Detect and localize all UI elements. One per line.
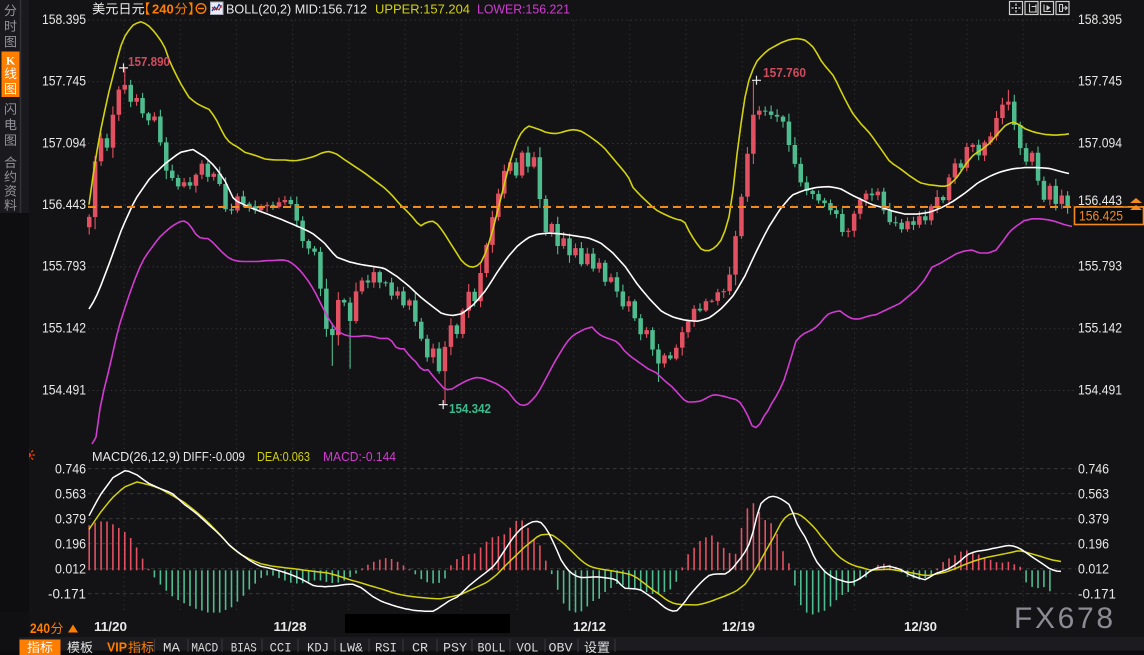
svg-text:BIAS: BIAS bbox=[231, 642, 257, 655]
svg-text:240: 240 bbox=[152, 2, 174, 17]
svg-text:157.094: 157.094 bbox=[42, 134, 86, 150]
svg-text:12/12: 12/12 bbox=[573, 620, 606, 634]
svg-text:12/30: 12/30 bbox=[904, 620, 937, 634]
svg-text:MA: MA bbox=[163, 642, 181, 655]
svg-text:157.094: 157.094 bbox=[1078, 134, 1122, 150]
svg-text:K: K bbox=[6, 54, 16, 68]
svg-text:155.793: 155.793 bbox=[42, 258, 86, 274]
svg-text:LW&: LW& bbox=[339, 642, 364, 655]
svg-text:MACD: MACD bbox=[191, 642, 218, 655]
svg-text:154.491: 154.491 bbox=[1078, 381, 1122, 397]
svg-text:CCI: CCI bbox=[270, 642, 292, 655]
svg-text:DIFF:-0.009: DIFF:-0.009 bbox=[183, 449, 245, 464]
svg-text:MACD:-0.144: MACD:-0.144 bbox=[323, 449, 396, 464]
svg-text:0.746: 0.746 bbox=[1078, 461, 1109, 477]
svg-text:12/19: 12/19 bbox=[722, 620, 755, 634]
svg-text:CR: CR bbox=[412, 642, 429, 655]
svg-text:0.379: 0.379 bbox=[55, 511, 86, 527]
svg-text:157.745: 157.745 bbox=[1078, 73, 1122, 89]
svg-text:BOLL(20,2) MID:156.712: BOLL(20,2) MID:156.712 bbox=[226, 2, 367, 17]
svg-text:LOWER:156.221: LOWER:156.221 bbox=[477, 2, 570, 17]
svg-text:-0.171: -0.171 bbox=[48, 586, 86, 602]
svg-text:156.425: 156.425 bbox=[1079, 209, 1123, 224]
svg-text:VIP: VIP bbox=[107, 641, 127, 655]
svg-text:RSI: RSI bbox=[375, 642, 397, 655]
svg-text:0.196: 0.196 bbox=[55, 536, 86, 552]
svg-text:0.563: 0.563 bbox=[55, 486, 86, 502]
svg-text:0.563: 0.563 bbox=[1078, 486, 1109, 502]
svg-text:FX678: FX678 bbox=[1014, 602, 1113, 635]
svg-text:UPPER:157.204: UPPER:157.204 bbox=[375, 2, 470, 17]
svg-text:0.012: 0.012 bbox=[1078, 561, 1109, 577]
svg-text:-0.171: -0.171 bbox=[1078, 586, 1116, 602]
svg-text:11/28: 11/28 bbox=[274, 620, 307, 634]
svg-text:VOL: VOL bbox=[517, 642, 539, 655]
svg-text:154.342: 154.342 bbox=[449, 401, 491, 416]
svg-text:155.793: 155.793 bbox=[1078, 258, 1122, 274]
svg-text:155.142: 155.142 bbox=[42, 320, 86, 336]
svg-text:158.395: 158.395 bbox=[1078, 11, 1122, 27]
svg-text:MACD(26,12,9): MACD(26,12,9) bbox=[92, 449, 180, 464]
svg-text:154.491: 154.491 bbox=[42, 381, 86, 397]
svg-text:156.443: 156.443 bbox=[42, 196, 86, 212]
svg-text:KDJ: KDJ bbox=[307, 642, 329, 655]
svg-text:155.142: 155.142 bbox=[1078, 320, 1122, 336]
svg-text:DEA:0.063: DEA:0.063 bbox=[257, 449, 310, 464]
svg-text:240: 240 bbox=[30, 621, 50, 636]
svg-text:0.196: 0.196 bbox=[1078, 536, 1109, 552]
svg-text:157.890: 157.890 bbox=[128, 54, 170, 69]
svg-text:OBV: OBV bbox=[549, 642, 574, 655]
svg-text:0.012: 0.012 bbox=[55, 561, 86, 577]
svg-text:156.443: 156.443 bbox=[1078, 192, 1122, 208]
svg-text:PSY: PSY bbox=[443, 642, 468, 655]
svg-text:157.760: 157.760 bbox=[763, 65, 806, 80]
svg-text:BOLL: BOLL bbox=[478, 642, 506, 655]
svg-text:11/20: 11/20 bbox=[94, 620, 127, 634]
svg-text:157.745: 157.745 bbox=[42, 73, 86, 89]
svg-text:158.395: 158.395 bbox=[42, 11, 86, 27]
svg-text:0.379: 0.379 bbox=[1078, 511, 1109, 527]
svg-text:0.746: 0.746 bbox=[55, 461, 86, 477]
